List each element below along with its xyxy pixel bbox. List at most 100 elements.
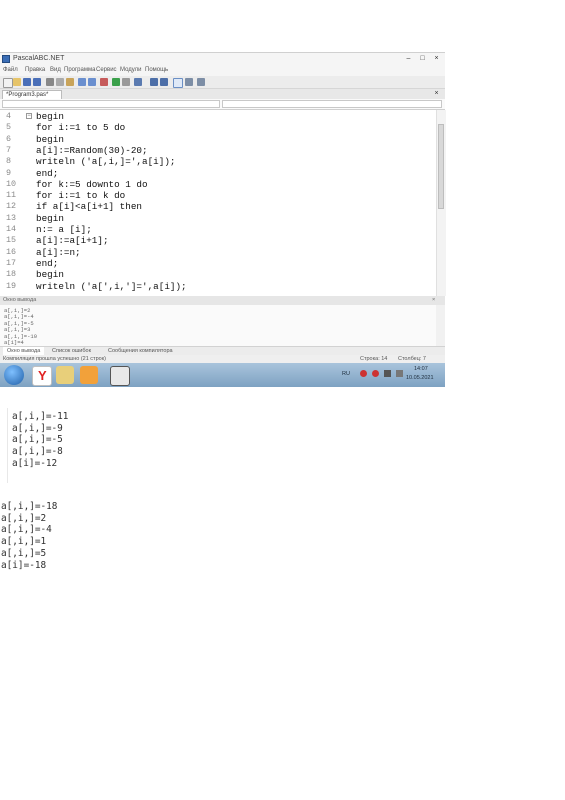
output-panel: Окно вывода × a[,i,]=2 a[,i,]=-4 a[,i,]=-5…: [0, 296, 445, 346]
menu-file[interactable]: Файл: [3, 65, 18, 76]
code-line[interactable]: 7 a[i]:=Random(30)-20;: [0, 145, 438, 156]
line-number: 16: [6, 246, 17, 257]
clock-date[interactable]: 10.05.2021: [406, 375, 434, 381]
tab-strip: *Program3.pas* ×: [0, 89, 445, 99]
fold-toggle-icon[interactable]: −: [26, 113, 32, 119]
member-selector[interactable]: [222, 100, 442, 108]
yandex-browser-icon[interactable]: Y: [32, 366, 52, 386]
scrollbar-thumb[interactable]: [438, 124, 444, 209]
debug-icon[interactable]: [134, 78, 142, 86]
code-line[interactable]: 6 begin: [0, 134, 438, 145]
stop-icon[interactable]: [122, 78, 130, 86]
code-text: a[i]:=a[i+1];: [36, 235, 109, 247]
line-number: 19: [6, 280, 17, 291]
code-text: if a[i]<a[i+1] then: [36, 201, 143, 213]
redo-icon[interactable]: [88, 78, 96, 86]
language-indicator[interactable]: RU: [342, 371, 350, 377]
menu-modules[interactable]: Модули: [120, 65, 142, 76]
minimize-icon[interactable]: –: [404, 54, 413, 63]
code-line[interactable]: 12 if a[i]<a[i+1] then: [0, 201, 438, 212]
console-line: a[i]=-18: [1, 559, 47, 571]
code-line[interactable]: 15 a[i]:=a[i+1];: [0, 235, 438, 246]
taskbar: Y RU 14:07 10.05.2021: [0, 363, 445, 387]
volume-icon[interactable]: [396, 370, 403, 377]
code-line[interactable]: 9 end;: [0, 168, 438, 179]
format-icon[interactable]: [173, 78, 183, 88]
code-line[interactable]: 4 − begin: [0, 111, 438, 122]
outdent-icon[interactable]: [197, 78, 205, 86]
console-line: a[,i,]=-11: [12, 411, 69, 422]
line-number: 10: [6, 178, 17, 189]
console-line: a[i]=-12: [12, 457, 58, 469]
clock-time[interactable]: 14:07: [414, 366, 428, 372]
line-number: 11: [6, 190, 17, 201]
line-number: 17: [6, 257, 17, 268]
code-line[interactable]: 13 begin: [0, 213, 438, 224]
status-row: Строка: 14: [360, 356, 388, 362]
save-icon[interactable]: [23, 78, 31, 86]
code-line[interactable]: 16 a[i]:=n;: [0, 247, 438, 258]
new-file-icon[interactable]: [3, 78, 13, 88]
code-line[interactable]: 17 end;: [0, 258, 438, 269]
start-button[interactable]: [4, 365, 24, 385]
toolbar: [0, 76, 445, 89]
status-message: Компиляция прошла успешно (21 строк): [3, 356, 106, 362]
code-line[interactable]: 14 n:= a [i];: [0, 224, 438, 235]
editor-scrollbar[interactable]: [436, 110, 446, 296]
step-into-icon[interactable]: [160, 78, 168, 86]
save-all-icon[interactable]: [33, 78, 41, 86]
media-player-icon[interactable]: [80, 366, 98, 384]
line-number: 18: [6, 269, 17, 280]
tray-app-icon[interactable]: [372, 370, 379, 377]
console-line: a[,i,]=-4: [1, 524, 52, 536]
indent-icon[interactable]: [185, 78, 193, 86]
copy-icon[interactable]: [56, 78, 64, 86]
divider: [7, 408, 8, 483]
network-icon[interactable]: [384, 370, 391, 377]
code-editor[interactable]: 4 − begin 5 for i:=1 to 5 do 6 begin 7 a[i]:=Ran…: [0, 110, 446, 297]
code-text: a[i]:=Random(30)-20;: [36, 144, 148, 156]
run-icon[interactable]: [112, 78, 120, 86]
output-line: a[i]=4: [4, 339, 24, 346]
build-icon[interactable]: [100, 78, 108, 86]
window-title: PascalABC.NET: [13, 55, 65, 62]
line-number: 7: [6, 144, 12, 155]
step-over-icon[interactable]: [150, 78, 158, 86]
cut-icon[interactable]: [46, 78, 54, 86]
explorer-icon[interactable]: [56, 366, 74, 384]
code-line[interactable]: 5 for i:=1 to 5 do: [0, 122, 438, 133]
pascalabc-task-icon[interactable]: [110, 366, 130, 386]
class-selector[interactable]: [2, 100, 220, 108]
tray-app-icon[interactable]: [360, 370, 367, 377]
console-line: a[,i,]=-5: [12, 434, 63, 446]
menu-help[interactable]: Помощь: [145, 65, 168, 76]
line-number: 5: [6, 122, 12, 133]
paste-icon[interactable]: [66, 78, 74, 86]
undo-icon[interactable]: [78, 78, 86, 86]
menu-program[interactable]: Программа: [64, 65, 95, 76]
maximize-icon[interactable]: □: [418, 54, 427, 63]
code-line[interactable]: 10 for k:=5 downto 1 do: [0, 179, 438, 190]
navigation-bar: [0, 99, 445, 110]
line-number: 4: [6, 111, 12, 121]
code-line[interactable]: 11 for i:=1 to k do: [0, 190, 438, 201]
code-text: end;: [36, 167, 59, 179]
code-line[interactable]: 18 begin: [0, 269, 438, 280]
close-tab-icon[interactable]: ×: [432, 89, 441, 98]
close-icon[interactable]: ×: [432, 54, 441, 63]
close-output-icon[interactable]: ×: [432, 296, 435, 305]
menu-edit[interactable]: Правка: [25, 65, 45, 76]
open-folder-icon[interactable]: [13, 78, 21, 86]
menu-view[interactable]: Вид: [50, 65, 61, 76]
line-number: 13: [6, 212, 17, 223]
code-text: begin: [36, 133, 64, 145]
tab-program3[interactable]: *Program3.pas*: [2, 90, 62, 99]
code-text: end;: [36, 257, 59, 269]
code-line[interactable]: 19 writeln ('a[',i,']=',a[i]);: [0, 281, 438, 292]
ide-screenshot: PascalABC.NET – □ × Файл Правка Вид Прог…: [0, 52, 446, 387]
output-scrollbar[interactable]: [436, 305, 445, 346]
output-title: Окно вывода: [3, 297, 37, 303]
line-number: 12: [6, 201, 17, 212]
menu-service[interactable]: Сервис: [96, 65, 117, 76]
code-line[interactable]: 8 writeln ('a[,i,]=',a[i]);: [0, 156, 438, 167]
